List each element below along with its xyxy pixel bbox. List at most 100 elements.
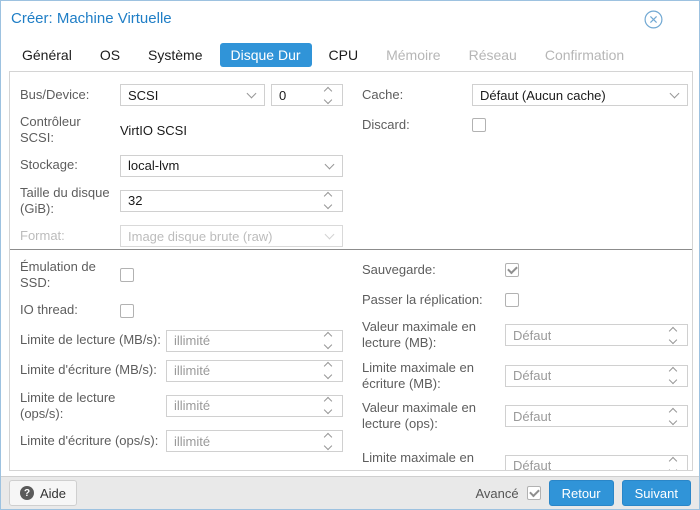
dialog-footer: ? Aide Avancé Retour Suivant <box>1 476 699 509</box>
read-burst-mb-label: Valeur maximale en lecture (MB): <box>362 319 505 352</box>
read-limit-ops-value: illimité <box>174 398 210 413</box>
storage-combobox[interactable]: local-lvm <box>120 155 343 177</box>
column-top-left: Bus/Device: SCSI 0 Contrôleur SCSI: Virt… <box>20 84 343 255</box>
ssd-emulation-label: Émulation de SSD: <box>20 259 120 292</box>
help-button-label: Aide <box>40 486 66 501</box>
spinner-arrows-icon[interactable] <box>325 431 335 451</box>
read-burst-ops-label: Valeur maximale en lecture (ops): <box>362 400 505 433</box>
disk-size-label: Taille du disque (GiB): <box>20 185 120 218</box>
next-button[interactable]: Suivant <box>622 480 691 506</box>
ssd-emulation-checkbox[interactable] <box>120 268 134 282</box>
read-burst-mb-spinner[interactable]: Défaut <box>505 324 688 346</box>
read-burst-mb-value: Défaut <box>513 328 551 343</box>
write-limit-mb-row: Limite d'écriture (MB/s): illimité <box>20 360 343 382</box>
tab-network: Réseau <box>458 43 528 67</box>
write-burst-ops-spinner[interactable]: Défaut <box>505 455 688 472</box>
read-limit-mb-spinner[interactable]: illimité <box>166 330 343 352</box>
io-thread-row: IO thread: <box>20 300 343 322</box>
write-limit-mb-spinner[interactable]: illimité <box>166 360 343 382</box>
bus-number-value: 0 <box>279 88 286 103</box>
cache-row: Cache: Défaut (Aucun cache) <box>362 84 688 106</box>
spinner-arrows-icon[interactable] <box>670 325 680 345</box>
tab-system[interactable]: Système <box>137 43 213 67</box>
column-top-right: Cache: Défaut (Aucun cache) Discard: <box>362 84 688 144</box>
format-combobox: Image disque brute (raw) <box>120 225 343 247</box>
discard-label: Discard: <box>362 117 472 133</box>
dialog-title: Créer: Machine Virtuelle <box>11 10 172 27</box>
spinner-arrows-icon[interactable] <box>325 361 335 381</box>
tab-hard-disk[interactable]: Disque Dur <box>220 43 312 67</box>
format-value: Image disque brute (raw) <box>128 229 273 244</box>
discard-row: Discard: <box>362 114 688 136</box>
tab-confirmation: Confirmation <box>534 43 635 67</box>
cache-combobox[interactable]: Défaut (Aucun cache) <box>472 84 688 106</box>
read-limit-mb-value: illimité <box>174 333 210 348</box>
write-limit-ops-value: illimité <box>174 434 210 449</box>
write-limit-ops-label: Limite d'écriture (ops/s): <box>20 433 166 449</box>
ssd-emulation-row: Émulation de SSD: <box>20 259 343 292</box>
disk-size-value: 32 <box>128 193 142 208</box>
read-burst-ops-value: Défaut <box>513 409 551 424</box>
help-button[interactable]: ? Aide <box>9 480 77 506</box>
section-divider <box>10 249 692 250</box>
bus-device-combobox[interactable]: SCSI <box>120 84 265 106</box>
skip-replication-label: Passer la réplication: <box>362 292 505 308</box>
spinner-arrows-icon[interactable] <box>325 331 335 351</box>
write-limit-ops-row: Limite d'écriture (ops/s): illimité <box>20 430 343 452</box>
advanced-checkbox[interactable] <box>527 486 541 500</box>
spinner-arrows-icon[interactable] <box>670 456 680 472</box>
read-limit-ops-row: Limite de lecture (ops/s): illimité <box>20 390 343 423</box>
bus-number-spinner[interactable]: 0 <box>271 84 343 106</box>
skip-replication-row: Passer la réplication: <box>362 289 688 311</box>
tab-cpu[interactable]: CPU <box>318 43 370 67</box>
write-burst-ops-value: Défaut <box>513 458 551 471</box>
discard-checkbox[interactable] <box>472 118 486 132</box>
format-label: Format: <box>20 228 120 244</box>
spinner-arrows-icon[interactable] <box>325 85 335 105</box>
spinner-arrows-icon[interactable] <box>325 396 335 416</box>
read-limit-ops-label: Limite de lecture (ops/s): <box>20 390 166 423</box>
chevron-down-icon <box>325 230 335 240</box>
io-thread-checkbox[interactable] <box>120 304 134 318</box>
scsi-controller-label: Contrôleur SCSI: <box>20 114 120 147</box>
wizard-tabbar: Général OS Système Disque Dur CPU Mémoir… <box>11 42 689 68</box>
scsi-controller-value: VirtIO SCSI <box>120 123 187 138</box>
write-limit-mb-value: illimité <box>174 363 210 378</box>
skip-replication-checkbox[interactable] <box>505 293 519 307</box>
backup-label: Sauvegarde: <box>362 262 505 278</box>
chevron-down-icon <box>325 159 335 169</box>
bus-device-value: SCSI <box>128 88 158 103</box>
spinner-arrows-icon[interactable] <box>670 406 680 426</box>
read-limit-mb-label: Limite de lecture (MB/s): <box>20 332 166 348</box>
spinner-arrows-icon[interactable] <box>670 366 680 386</box>
write-limit-ops-spinner[interactable]: illimité <box>166 430 343 452</box>
spinner-arrows-icon[interactable] <box>325 191 335 211</box>
footer-actions: Avancé Retour Suivant <box>475 480 691 506</box>
write-limit-mb-label: Limite d'écriture (MB/s): <box>20 362 166 378</box>
question-mark-icon: ? <box>20 486 34 500</box>
io-thread-label: IO thread: <box>20 302 120 318</box>
disk-size-spinner[interactable]: 32 <box>120 190 343 212</box>
backup-checkbox[interactable] <box>505 263 519 277</box>
write-burst-ops-row: Limite maximale en Défaut <box>362 441 688 472</box>
storage-label: Stockage: <box>20 157 120 173</box>
disk-size-row: Taille du disque (GiB): 32 <box>20 185 343 218</box>
storage-value: local-lvm <box>128 158 179 173</box>
read-limit-ops-spinner[interactable]: illimité <box>166 395 343 417</box>
write-burst-mb-value: Défaut <box>513 368 551 383</box>
cache-label: Cache: <box>362 87 472 103</box>
chevron-down-icon <box>247 89 257 99</box>
close-icon[interactable] <box>644 10 663 29</box>
scsi-controller-row: Contrôleur SCSI: VirtIO SCSI <box>20 114 343 147</box>
advanced-label: Avancé <box>475 486 518 501</box>
back-button[interactable]: Retour <box>549 480 614 506</box>
read-burst-ops-spinner[interactable]: Défaut <box>505 405 688 427</box>
column-bottom-right: Sauvegarde: Passer la réplication: Valeu… <box>362 259 688 471</box>
format-row: Format: Image disque brute (raw) <box>20 225 343 247</box>
tab-os[interactable]: OS <box>89 43 131 67</box>
bus-device-label: Bus/Device: <box>20 87 120 103</box>
write-burst-mb-spinner[interactable]: Défaut <box>505 365 688 387</box>
write-burst-mb-label: Limite maximale en écriture (MB): <box>362 360 505 393</box>
read-burst-ops-row: Valeur maximale en lecture (ops): Défaut <box>362 400 688 433</box>
tab-general[interactable]: Général <box>11 43 83 67</box>
